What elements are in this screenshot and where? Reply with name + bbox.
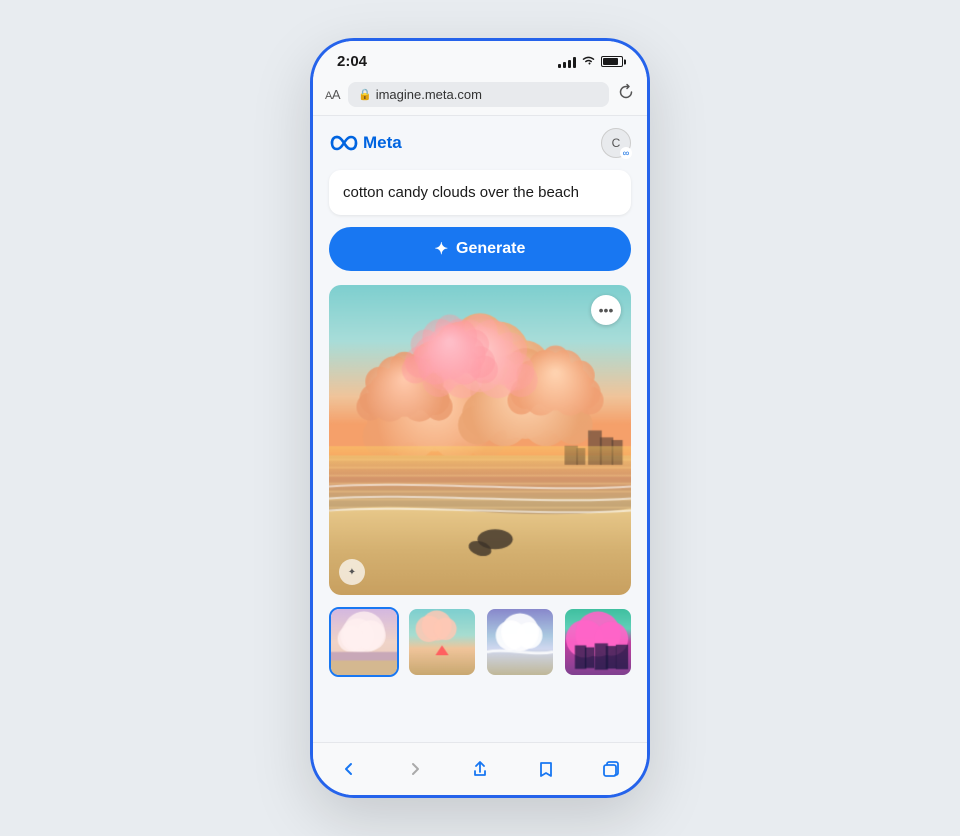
status-time: 2:04 bbox=[337, 53, 367, 70]
meta-label: Meta bbox=[363, 133, 402, 153]
thumbnail-3[interactable] bbox=[485, 607, 555, 677]
browser-bar: AA 🔒 imagine.meta.com bbox=[313, 76, 647, 116]
main-image-canvas bbox=[329, 285, 631, 595]
generate-button[interactable]: ✦ Generate bbox=[329, 227, 631, 271]
user-avatar[interactable]: C ∞ bbox=[601, 128, 631, 158]
meta-header: Meta C ∞ bbox=[313, 116, 647, 166]
browser-nav bbox=[313, 742, 647, 795]
wifi-icon bbox=[581, 55, 596, 69]
bookmarks-button[interactable] bbox=[530, 753, 562, 785]
prompt-text: cotton candy clouds over the beach bbox=[343, 184, 579, 201]
back-button[interactable] bbox=[333, 753, 365, 785]
status-icons bbox=[558, 55, 623, 69]
tabs-button[interactable] bbox=[595, 753, 627, 785]
sparkle-icon: ✦ bbox=[435, 239, 448, 259]
generate-section: ✦ Generate bbox=[313, 227, 647, 285]
watermark-icon: ✦ bbox=[339, 559, 365, 585]
main-image-container[interactable]: ••• ✦ bbox=[329, 285, 631, 595]
thumbnail-2[interactable] bbox=[407, 607, 477, 677]
prompt-input[interactable]: cotton candy clouds over the beach bbox=[329, 170, 631, 215]
share-button[interactable] bbox=[464, 753, 496, 785]
app-content: Meta C ∞ cotton candy clouds over the be… bbox=[313, 116, 647, 742]
thumb-canvas-2 bbox=[409, 609, 475, 675]
meta-logo: Meta bbox=[329, 133, 402, 153]
thumb-canvas-1 bbox=[331, 609, 397, 675]
generate-label: Generate bbox=[456, 240, 525, 258]
forward-button[interactable] bbox=[399, 753, 431, 785]
url-bar[interactable]: 🔒 imagine.meta.com bbox=[348, 82, 609, 107]
signal-icon bbox=[558, 56, 576, 68]
thumb-canvas-4 bbox=[565, 609, 631, 675]
thumb-canvas-3 bbox=[487, 609, 553, 675]
prompt-section: cotton candy clouds over the beach bbox=[313, 166, 647, 227]
thumbnail-4[interactable] bbox=[563, 607, 633, 677]
thumbnails-section bbox=[313, 603, 647, 689]
refresh-button[interactable] bbox=[617, 83, 635, 106]
lock-icon: 🔒 bbox=[358, 88, 372, 101]
avatar-infinity-icon: ∞ bbox=[620, 147, 632, 159]
status-bar: 2:04 bbox=[313, 41, 647, 76]
image-menu-button[interactable]: ••• bbox=[591, 295, 621, 325]
browser-aa-button[interactable]: AA bbox=[325, 87, 340, 102]
url-text: imagine.meta.com bbox=[376, 87, 482, 102]
thumbnail-1[interactable] bbox=[329, 607, 399, 677]
battery-icon bbox=[601, 56, 623, 67]
main-image-section: ••• ✦ bbox=[313, 285, 647, 603]
phone-frame: 2:04 AA bbox=[310, 38, 650, 798]
